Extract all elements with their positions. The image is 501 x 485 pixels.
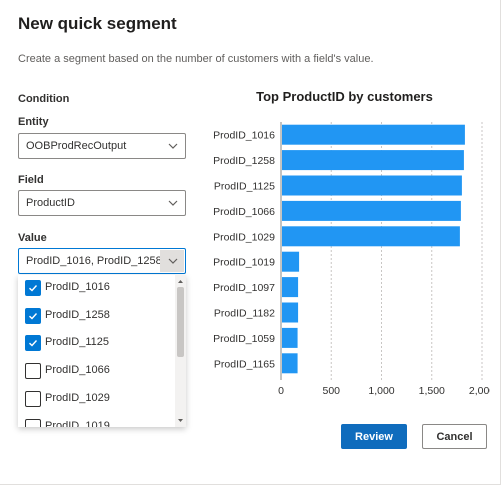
dialog-title: New quick segment: [18, 14, 177, 33]
value-option-label: ProdID_1019: [45, 419, 110, 428]
condition-heading: Condition: [18, 93, 70, 105]
y-tick-label: ProdID_1029: [213, 231, 275, 243]
checkbox-unchecked[interactable]: [25, 363, 41, 380]
value-option[interactable]: ProdID_1066: [18, 358, 174, 385]
value-label: Value: [18, 232, 47, 244]
x-tick-label: 1,500: [419, 385, 445, 396]
value-option[interactable]: ProdID_1125: [18, 330, 174, 357]
y-tick-label: ProdID_1019: [213, 257, 275, 269]
checkmark-icon: [29, 285, 38, 292]
bar[interactable]: [282, 124, 465, 145]
entity-value: OOBProdRecOutput: [26, 140, 127, 152]
checkmark-icon: [29, 312, 38, 320]
field-value: ProductID: [26, 197, 75, 209]
bar[interactable]: [282, 277, 299, 298]
new-quick-segment-dialog: New quick segment Create a segment based…: [0, 0, 501, 485]
chevron-down-icon: [168, 200, 178, 206]
x-tick-label: 0: [278, 385, 284, 396]
value-option[interactable]: ProdID_1016: [18, 275, 174, 302]
y-tick-label: ProdID_1258: [213, 155, 275, 167]
entity-label: Entity: [18, 116, 49, 128]
cancel-button[interactable]: Cancel: [422, 424, 487, 449]
entity-dropdown[interactable]: OOBProdRecOutput: [18, 133, 186, 159]
field-dropdown[interactable]: ProductID: [18, 190, 186, 216]
value-selected: ProdID_1016, ProdID_1258, P: [26, 255, 164, 267]
bar[interactable]: [282, 327, 298, 348]
y-tick-label: ProdID_1182: [214, 308, 275, 320]
checkbox-unchecked[interactable]: [25, 390, 41, 407]
y-tick-label: ProdID_1125: [214, 181, 275, 193]
value-option[interactable]: ProdID_1019: [18, 414, 174, 428]
value-option-label: ProdID_1066: [45, 364, 110, 377]
value-option-label: ProdID_1029: [45, 391, 110, 404]
value-option-label: ProdID_1125: [45, 336, 110, 349]
checkbox-unchecked[interactable]: [25, 418, 41, 427]
x-tick-label: 500: [322, 385, 340, 396]
checkbox-checked[interactable]: [25, 280, 41, 296]
scroll-down-arrow-icon[interactable]: [177, 417, 184, 424]
checkbox-checked[interactable]: [25, 335, 41, 352]
y-tick-label: ProdID_1097: [213, 282, 275, 294]
value-option[interactable]: ProdID_1029: [18, 386, 174, 413]
dialog-subtitle: Create a segment based on the number of …: [18, 53, 374, 65]
chevron-down-icon: [168, 258, 178, 264]
top-productid-bar-chart: ProdID_1016 ProdID_1258 ProdID_1125 ProdID_…: [213, 122, 490, 396]
scroll-thumb[interactable]: [177, 287, 184, 357]
bar[interactable]: [282, 175, 462, 196]
y-tick-label: ProdID_1066: [213, 206, 275, 218]
field-label: Field: [18, 174, 44, 186]
scroll-up-arrow-icon[interactable]: [177, 278, 184, 285]
listbox-scrollbar[interactable]: [175, 275, 186, 427]
review-button[interactable]: Review: [341, 424, 407, 449]
y-tick-label: ProdID_1059: [213, 333, 275, 345]
checkbox-checked[interactable]: [25, 307, 41, 324]
bar[interactable]: [282, 302, 299, 323]
y-tick-label: ProdID_1165: [214, 358, 275, 370]
x-tick-label: 1,000: [368, 385, 394, 396]
value-dropdown[interactable]: ProdID_1016, ProdID_1258, P: [18, 248, 186, 274]
checkmark-icon: [29, 340, 38, 347]
chevron-down-icon: [168, 143, 178, 149]
value-option[interactable]: ProdID_1258: [18, 303, 174, 330]
bar[interactable]: [282, 251, 300, 272]
value-option-label: ProdID_1016: [45, 281, 110, 293]
bar[interactable]: [282, 200, 461, 221]
bar[interactable]: [282, 353, 298, 374]
x-tick-label: 2,000: [469, 385, 490, 396]
bar[interactable]: [282, 150, 464, 171]
value-option-label: ProdID_1258: [45, 308, 110, 321]
y-tick-label: ProdID_1016: [213, 130, 275, 142]
value-options-listbox[interactable]: ProdID_1016 ProdID_1258 ProdID_1125 ProdID_…: [18, 275, 186, 427]
chart-title: Top ProductID by customers: [256, 89, 433, 104]
bar[interactable]: [282, 226, 460, 247]
